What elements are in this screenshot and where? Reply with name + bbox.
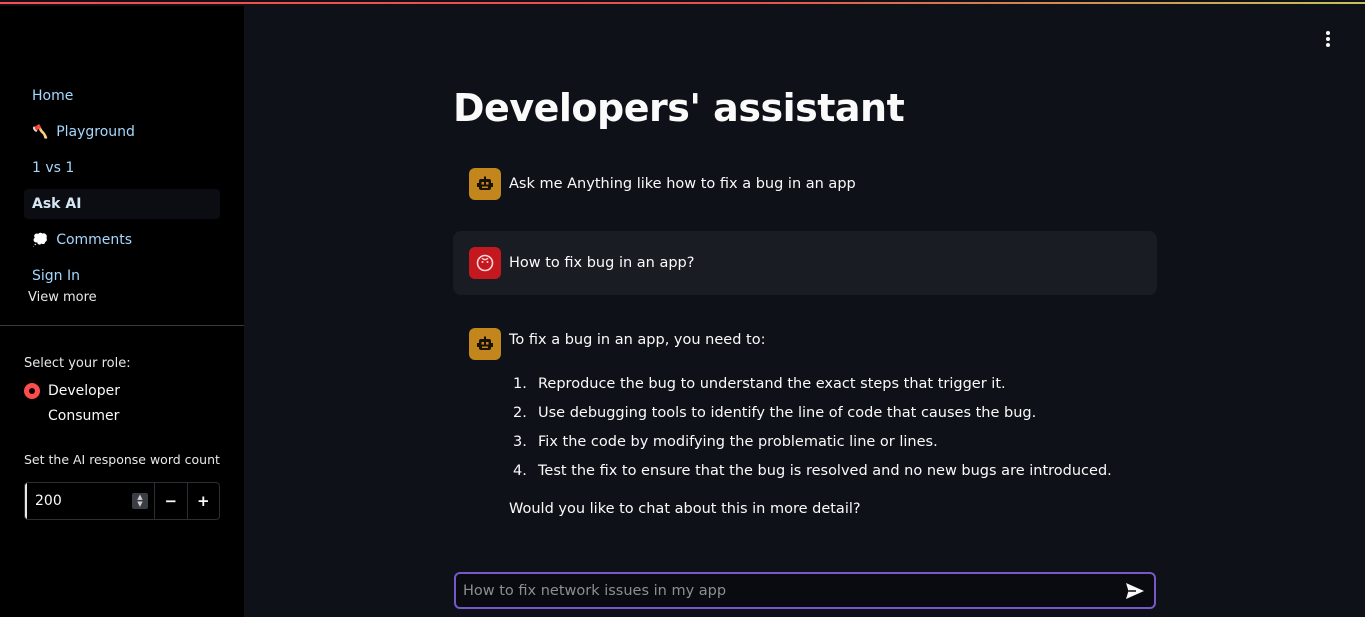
message-text: How to fix bug in an app? <box>509 255 695 271</box>
chat-message-user: How to fix bug in an app? <box>453 231 1157 295</box>
list-text: Reproduce the bug to understand the exac… <box>538 376 1006 392</box>
radio-selected-icon <box>24 383 40 399</box>
face-icon <box>469 247 501 279</box>
sidebar-item-comments[interactable]: 💭 Comments <box>24 225 220 255</box>
sidebar-item-home[interactable]: Home <box>24 81 220 111</box>
page-title: Developers' assistant <box>453 86 905 130</box>
vertical-dots-icon[interactable] <box>1318 29 1338 49</box>
view-more-button[interactable]: View more <box>28 290 97 305</box>
word-count-label: Set the AI response word count <box>24 452 220 467</box>
list-number: 3. <box>513 434 527 450</box>
robot-icon <box>469 328 501 360</box>
word-count-stepper: 200 ▲ ▼ − + <box>24 482 220 520</box>
message-closing: Would you like to chat about this in mor… <box>509 501 861 517</box>
list-text: Use debugging tools to identify the line… <box>538 405 1037 421</box>
sidebar-item-label: Comments <box>56 232 133 248</box>
role-radio-consumer[interactable]: Consumer <box>24 408 119 424</box>
spin-arrows-icon[interactable]: ▲ ▼ <box>132 493 148 509</box>
sidebar-item-1-vs-1[interactable]: 1 vs 1 <box>24 153 220 183</box>
sidebar-divider <box>0 325 244 326</box>
list-text: Fix the code by modifying the problemati… <box>538 434 938 450</box>
sidebar-item-playground[interactable]: 🪓 Playground <box>24 117 220 147</box>
top-decoration-line <box>0 2 1365 4</box>
chat-message-assistant: Ask me Anything like how to fix a bug in… <box>453 160 1157 208</box>
radio-label: Consumer <box>48 408 120 424</box>
sidebar-nav: Home 🪓 Playground 1 vs 1 Ask AI 💭 Commen… <box>24 81 220 289</box>
axe-icon: 🪓 <box>32 124 49 140</box>
message-intro: To fix a bug in an app, you need to: <box>509 332 766 348</box>
list-item: 1. Reproduce the bug to understand the ex… <box>509 374 1129 403</box>
radio-label: Developer <box>48 383 121 399</box>
decrement-button[interactable]: − <box>155 483 188 519</box>
sidebar: Home 🪓 Playground 1 vs 1 Ask AI 💭 Commen… <box>0 6 244 617</box>
sidebar-item-label: Playground <box>56 124 135 140</box>
word-count-value: 200 <box>35 493 62 509</box>
role-radio-developer[interactable]: Developer <box>24 383 120 399</box>
list-item: 4. Test the fix to ensure that the bug is… <box>509 461 1129 490</box>
steps-list: 1. Reproduce the bug to understand the ex… <box>509 374 1129 490</box>
word-count-input[interactable]: 200 ▲ ▼ <box>25 483 155 519</box>
radio-unselected-icon <box>24 408 40 424</box>
chat-input[interactable] <box>463 582 1103 599</box>
increment-button[interactable]: + <box>188 483 220 519</box>
list-number: 4. <box>513 463 527 479</box>
sidebar-item-label: Sign In <box>32 268 80 284</box>
list-item: 3. Fix the code by modifying the problema… <box>509 432 1129 461</box>
list-text: Test the fix to ensure that the bug is r… <box>538 463 1112 479</box>
thought-bubble-icon: 💭 <box>32 232 49 248</box>
list-number: 2. <box>513 405 527 421</box>
list-item: 2. Use debugging tools to identify the li… <box>509 403 1129 432</box>
sidebar-item-label: Ask AI <box>32 196 82 212</box>
sidebar-item-ask-ai[interactable]: Ask AI <box>24 189 220 219</box>
message-text: Ask me Anything like how to fix a bug in… <box>509 176 856 192</box>
sidebar-item-sign-in[interactable]: Sign In <box>24 261 220 289</box>
sidebar-item-label: Home <box>32 88 74 104</box>
chat-message-assistant: To fix a bug in an app, you need to: 1. R… <box>453 320 1157 530</box>
send-icon[interactable] <box>1125 582 1145 600</box>
list-number: 1. <box>513 376 527 392</box>
robot-icon <box>469 168 501 200</box>
role-label: Select your role: <box>24 356 131 371</box>
sidebar-item-label: 1 vs 1 <box>32 160 75 176</box>
chat-input-box <box>454 572 1156 609</box>
